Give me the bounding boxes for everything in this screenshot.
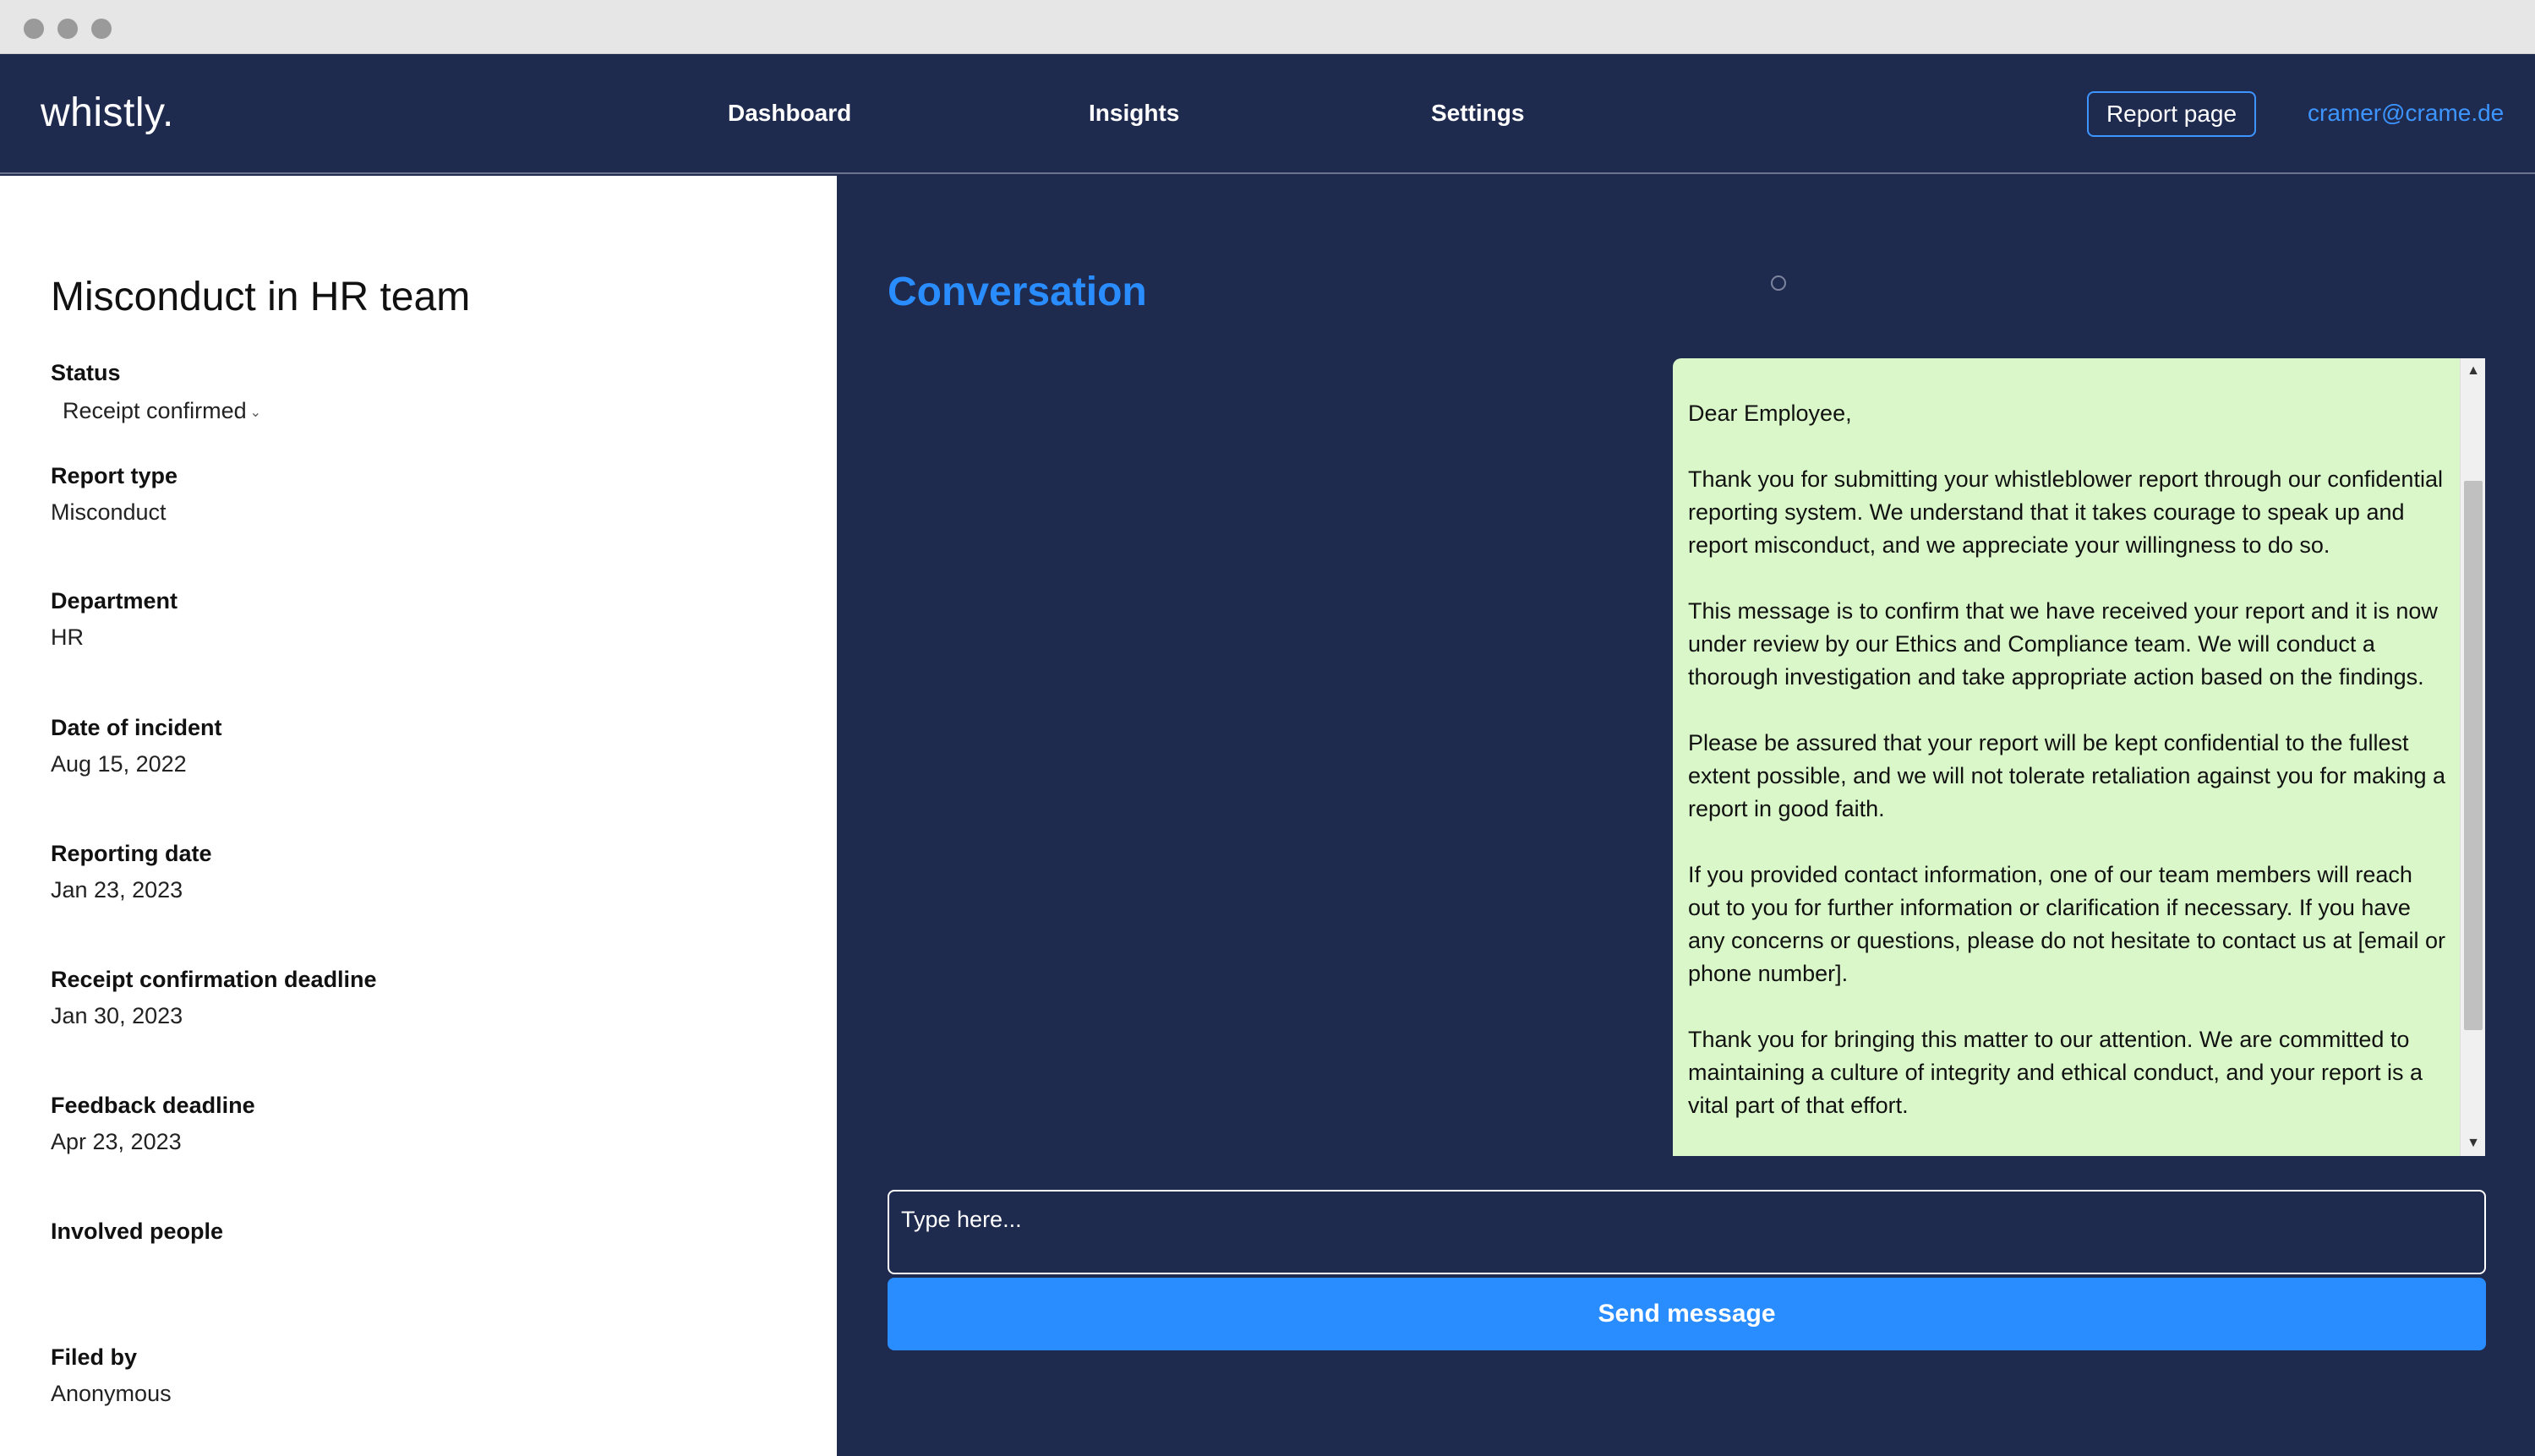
date-of-incident-field: Date of incident Aug 15, 2022 (51, 715, 222, 777)
field-label: Date of incident (51, 715, 222, 740)
field-value: Jan 30, 2023 (51, 1003, 183, 1028)
field-label: Filed by (51, 1344, 138, 1370)
receipt-deadline-field: Receipt confirmation deadline Jan 30, 20… (51, 967, 377, 1029)
browser-chrome (0, 0, 2535, 54)
message-bubble[interactable]: Dear Employee, Thank you for submitting … (1673, 358, 2485, 1156)
involved-people-field: Involved people (51, 1219, 223, 1255)
status-field: Status Receipt confirmed ⌄ (51, 360, 261, 424)
send-message-button[interactable]: Send message (888, 1278, 2486, 1350)
message-paragraph: Thank you for submitting your whistleblo… (1688, 466, 2443, 558)
report-page-button[interactable]: Report page (2087, 91, 2256, 137)
status-select[interactable]: Receipt confirmed ⌄ (63, 398, 261, 424)
report-title: Misconduct in HR team (51, 275, 471, 319)
arrow-down-icon[interactable]: ▼ (2461, 1131, 2486, 1156)
top-navbar: whistly. Dashboard Insights Settings Rep… (0, 54, 2535, 174)
nav-dashboard[interactable]: Dashboard (728, 100, 851, 127)
department-field: Department HR (51, 588, 178, 651)
field-label: Feedback deadline (51, 1093, 255, 1118)
report-type-field: Report type Misconduct (51, 463, 178, 526)
message-body: Dear Employee, Thank you for submitting … (1688, 397, 2449, 1155)
message-paragraph: This message is to confirm that we have … (1688, 598, 2438, 690)
app-logo[interactable]: whistly. (41, 90, 174, 136)
scrollbar-thumb[interactable] (2464, 481, 2483, 1030)
window-minimize-dot[interactable] (57, 19, 78, 39)
field-value: HR (51, 624, 84, 650)
status-value: Receipt confirmed (63, 398, 247, 423)
report-details-panel: Misconduct in HR team Status Receipt con… (0, 176, 837, 1456)
field-label: Department (51, 588, 178, 613)
arrow-up-icon[interactable]: ▲ (2461, 358, 2486, 384)
field-value: Apr 23, 2023 (51, 1129, 182, 1154)
message-paragraph: Dear Employee, (1688, 401, 1852, 426)
field-value: Aug 15, 2022 (51, 751, 187, 777)
nav-settings[interactable]: Settings (1431, 100, 1524, 127)
message-scrollbar[interactable]: ▲ ▼ (2460, 358, 2485, 1156)
message-paragraph: Thank you for bringing this matter to ou… (1688, 1027, 2423, 1118)
field-label: Report type (51, 463, 178, 488)
window-close-dot[interactable] (24, 19, 44, 39)
field-value: Jan 23, 2023 (51, 877, 183, 903)
message-input[interactable] (888, 1190, 2486, 1274)
message-paragraph: Please be assured that your report will … (1688, 730, 2446, 821)
field-label: Involved people (51, 1219, 224, 1244)
nav-insights[interactable]: Insights (1089, 100, 1179, 127)
message-paragraph: If you provided contact information, one… (1688, 862, 2446, 986)
field-value: Anonymous (51, 1381, 172, 1406)
reporting-date-field: Reporting date Jan 23, 2023 (51, 841, 212, 903)
feedback-deadline-field: Feedback deadline Apr 23, 2023 (51, 1093, 255, 1155)
status-label: Status (51, 360, 121, 385)
field-label: Reporting date (51, 841, 212, 866)
chevron-down-icon: ⌄ (249, 405, 262, 420)
field-value: Misconduct (51, 499, 167, 525)
loading-circle-icon (1771, 275, 1786, 291)
user-email-link[interactable]: cramer@crame.de (2308, 100, 2504, 127)
field-label: Receipt confirmation deadline (51, 967, 377, 992)
conversation-title: Conversation (888, 270, 1147, 314)
window-maximize-dot[interactable] (91, 19, 112, 39)
filed-by-field: Filed by Anonymous (51, 1344, 172, 1407)
